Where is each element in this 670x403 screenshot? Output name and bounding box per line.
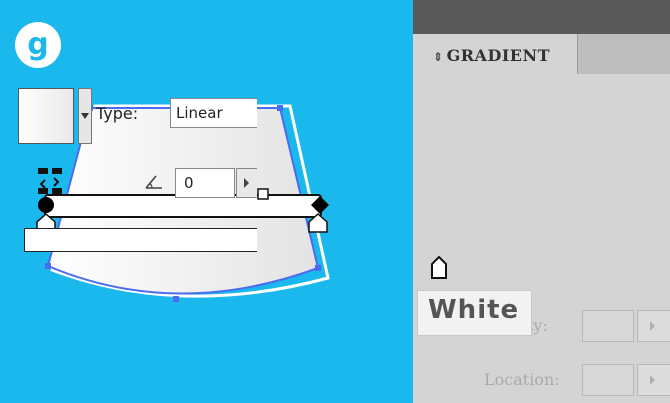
tab-strip xyxy=(578,34,670,75)
gradient-annotator-bar xyxy=(44,194,322,218)
type-select[interactable]: Linear xyxy=(170,98,257,128)
tab-gradient[interactable]: ⇕ GRADIENT xyxy=(421,34,578,74)
stepper-arrow-icon[interactable] xyxy=(236,168,257,198)
stepper-arrow-icon[interactable] xyxy=(637,310,670,342)
gradient-stop-icon[interactable] xyxy=(430,256,448,280)
gradient-slider[interactable] xyxy=(24,228,257,252)
color-tooltip: White xyxy=(417,290,532,336)
panel-content xyxy=(413,74,670,403)
dropdown-arrow-icon[interactable] xyxy=(78,88,92,144)
angle-input[interactable]: 0 xyxy=(175,168,235,198)
anchor-point xyxy=(173,296,179,302)
anchor-point xyxy=(277,105,283,111)
location-field[interactable] xyxy=(582,364,634,396)
angle-icon xyxy=(145,175,162,189)
panel-tab-label: GRADIENT xyxy=(446,46,551,65)
gradient-midpoint-handle xyxy=(257,188,269,200)
gradient-panel: ⇕ GRADIENT xyxy=(413,0,670,403)
stepper-arrow-icon[interactable] xyxy=(637,364,670,396)
panel-title-bar[interactable] xyxy=(413,0,670,34)
reverse-gradient-icon[interactable] xyxy=(36,166,66,196)
location-label: Location: xyxy=(484,370,560,389)
opacity-field[interactable] xyxy=(582,310,634,342)
type-label: Type: xyxy=(96,104,139,123)
anchor-point xyxy=(315,265,321,271)
gradient-origin-handle xyxy=(38,197,54,213)
gradient-swatch[interactable] xyxy=(18,88,74,144)
panel-options-icon: ⇕ xyxy=(433,50,444,64)
gradient-shape-artwork[interactable] xyxy=(0,0,413,403)
anchor-point xyxy=(45,263,51,269)
